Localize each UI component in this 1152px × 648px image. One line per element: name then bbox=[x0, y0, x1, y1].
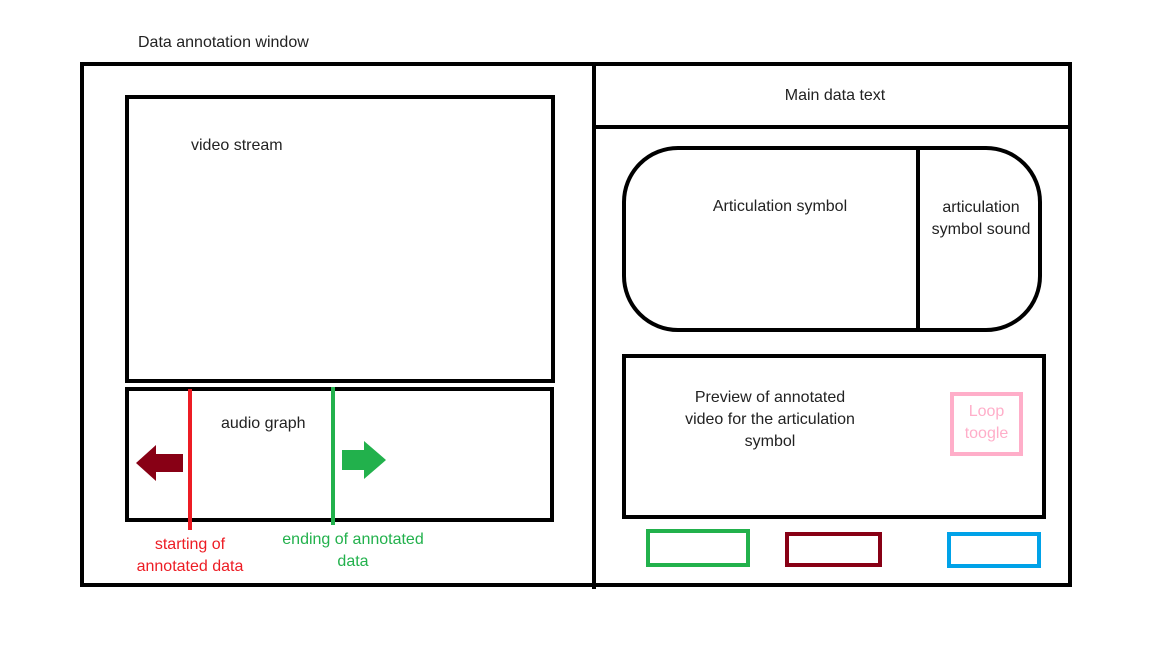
loop-toggle-line2: toogle bbox=[964, 425, 1009, 442]
main-text-divider bbox=[592, 125, 1072, 129]
window-title: Data annotation window bbox=[138, 34, 309, 51]
end-marker-label-line2: data bbox=[337, 553, 369, 570]
arrow-left-icon[interactable] bbox=[136, 444, 186, 482]
symbol-sound-line1: articulation bbox=[942, 199, 1020, 216]
green-button[interactable] bbox=[646, 529, 750, 567]
start-marker-label: starting of annotated data bbox=[125, 534, 255, 578]
loop-toggle-label: Loop toogle bbox=[950, 401, 1023, 445]
symbol-sound-line2: symbol sound bbox=[931, 221, 1031, 238]
main-data-text: Main data text bbox=[784, 87, 886, 104]
start-marker-label-line2: annotated data bbox=[136, 558, 244, 575]
video-stream-label: video stream bbox=[191, 137, 283, 154]
end-marker-handle[interactable] bbox=[331, 387, 335, 525]
preview-label-line1: Preview of annotated bbox=[694, 389, 846, 406]
articulation-symbol-label: Articulation symbol bbox=[712, 198, 848, 215]
start-marker-label-line1: starting of bbox=[154, 536, 226, 553]
end-marker-label-line1: ending of annotated bbox=[282, 531, 424, 548]
panel-divider bbox=[592, 62, 596, 589]
preview-label: Preview of annotated video for the artic… bbox=[655, 387, 885, 453]
preview-label-line2: video for the articulation bbox=[685, 411, 855, 428]
dark-red-button[interactable] bbox=[785, 532, 882, 567]
loop-toggle-line1: Loop bbox=[968, 403, 1005, 420]
audio-graph-label: audio graph bbox=[221, 415, 306, 432]
end-marker-label: ending of annotated data bbox=[268, 529, 438, 573]
start-marker-handle[interactable] bbox=[188, 389, 192, 530]
arrow-right-icon[interactable] bbox=[340, 440, 388, 480]
blue-button[interactable] bbox=[947, 532, 1041, 568]
articulation-symbol-sound[interactable]: articulation symbol sound bbox=[920, 197, 1042, 241]
video-stream-panel[interactable] bbox=[125, 95, 555, 383]
preview-label-line3: symbol bbox=[744, 433, 796, 450]
